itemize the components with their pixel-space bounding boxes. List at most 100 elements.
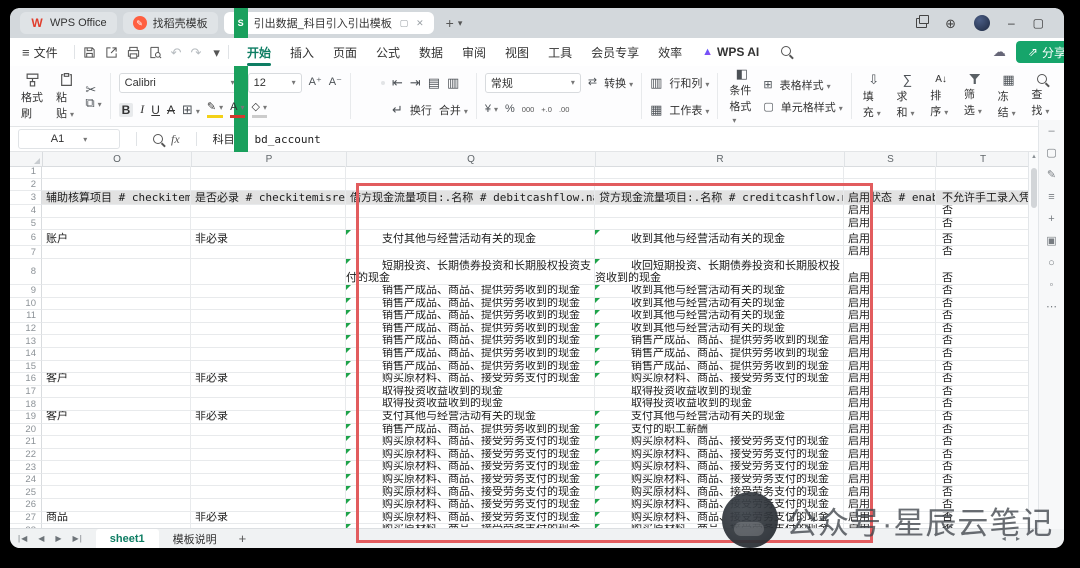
paste-button[interactable]: 粘贴▾: [53, 72, 79, 121]
cell-O13[interactable]: [42, 335, 191, 348]
menu-item-开始[interactable]: 开始: [247, 38, 271, 66]
strikethrough-button[interactable]: A: [167, 103, 175, 117]
cell-O10[interactable]: [42, 298, 191, 311]
cell-P3[interactable]: 是否必录 # checkitemisrequire: [191, 191, 346, 205]
row-number[interactable]: 23: [10, 461, 42, 474]
cell-T2[interactable]: [936, 179, 1029, 192]
cell-R25[interactable]: 购买原材料、商品、接受劳务支付的现金: [595, 486, 844, 499]
cell-Q20[interactable]: 销售产成品、商品、提供劳务收到的现金: [346, 424, 595, 437]
cell-T20[interactable]: 否: [936, 424, 1029, 437]
cell-Q1[interactable]: [346, 166, 595, 179]
cell-Q27[interactable]: 购买原材料、商品、接受劳务支付的现金: [346, 512, 595, 525]
cell-Q4[interactable]: [346, 205, 595, 218]
decrease-font-icon[interactable]: A⁻: [329, 77, 342, 88]
thousand-separator-icon[interactable]: 000: [522, 106, 535, 114]
cell-P2[interactable]: [191, 179, 346, 192]
align-left-icon[interactable]: [359, 108, 363, 112]
row-number[interactable]: 19: [10, 411, 42, 424]
cell-P19[interactable]: 非必录: [191, 411, 346, 424]
tab-list-caret[interactable]: ▾: [458, 18, 463, 29]
cell-P5[interactable]: [191, 218, 346, 231]
conditional-format-button[interactable]: ◧ 条件格式▾: [726, 67, 757, 126]
file-tab[interactable]: WWPS Office: [20, 12, 117, 34]
fill-button[interactable]: ⇩填充▾: [860, 73, 888, 120]
row-number[interactable]: 22: [10, 449, 42, 462]
currency-icon[interactable]: ¥▾: [485, 104, 498, 115]
cell-P6[interactable]: 非必录: [191, 230, 346, 246]
cell-T16[interactable]: 否: [936, 373, 1029, 386]
name-box[interactable]: A1▾: [18, 129, 120, 149]
row-number[interactable]: 10: [10, 298, 42, 311]
merge-button[interactable]: 合并▾: [439, 102, 468, 118]
cell-P26[interactable]: [191, 499, 346, 512]
wrap-icon[interactable]: ↵: [392, 103, 403, 116]
cell-S13[interactable]: 启用: [844, 335, 936, 348]
cell-O19[interactable]: 客户: [42, 411, 191, 424]
scrollbar-thumb[interactable]: [1031, 168, 1037, 208]
cell-R9[interactable]: 收到其他与经营活动有关的现金: [595, 285, 844, 298]
percent-icon[interactable]: %: [505, 104, 515, 115]
cell-T11[interactable]: 否: [936, 310, 1029, 323]
cell-T27[interactable]: 否: [936, 512, 1029, 525]
row-number[interactable]: 18: [10, 398, 42, 411]
cell-O15[interactable]: [42, 361, 191, 374]
fill-color-icon[interactable]: ◇▾: [252, 102, 267, 118]
cell-S7[interactable]: 启用: [844, 246, 936, 259]
cell-P15[interactable]: [191, 361, 346, 374]
menu-item-视图[interactable]: 视图: [505, 38, 529, 66]
cell-O21[interactable]: [42, 436, 191, 449]
search-icon[interactable]: [781, 45, 791, 59]
cell-Q7[interactable]: [346, 246, 595, 259]
cell-O14[interactable]: [42, 348, 191, 361]
row-number[interactable]: 8: [10, 259, 42, 285]
fx-icon[interactable]: fx: [171, 132, 180, 147]
cell-P12[interactable]: [191, 323, 346, 336]
row-number[interactable]: 16: [10, 373, 42, 386]
cell-P1[interactable]: [191, 166, 346, 179]
cell-P18[interactable]: [191, 398, 346, 411]
cell-S6[interactable]: 启用: [844, 230, 936, 246]
cell-Q24[interactable]: 购买原材料、商品、接受劳务支付的现金: [346, 474, 595, 487]
cell-S2[interactable]: [844, 179, 936, 192]
number-format-select[interactable]: 常规▾: [485, 73, 581, 93]
cell-O16[interactable]: 客户: [42, 373, 191, 386]
convert-button[interactable]: 转换▾: [604, 75, 633, 91]
increase-decimal-icon[interactable]: +.0: [541, 106, 552, 114]
column-header-S[interactable]: S: [845, 152, 937, 166]
align-bottom-icon[interactable]: [381, 81, 385, 85]
export-icon[interactable]: [105, 46, 118, 59]
cell-Q5[interactable]: [346, 218, 595, 231]
hscroll-arrows[interactable]: ◂ ▸: [1002, 534, 1024, 543]
row-number[interactable]: 27: [10, 512, 42, 525]
cell-R22[interactable]: 购买原材料、商品、接受劳务支付的现金: [595, 449, 844, 462]
row-number[interactable]: 13: [10, 335, 42, 348]
cell-S27[interactable]: 启用: [844, 512, 936, 525]
cell-P8[interactable]: [191, 259, 346, 285]
decrease-indent-icon[interactable]: ⇤: [392, 76, 403, 89]
cell-S4[interactable]: 启用: [844, 205, 936, 218]
cell-R21[interactable]: 购买原材料、商品、接受劳务支付的现金: [595, 436, 844, 449]
rail-icon-4[interactable]: ≡: [1048, 192, 1054, 203]
cell-P24[interactable]: [191, 474, 346, 487]
undo-icon[interactable]: ↶: [171, 46, 182, 59]
cell-T25[interactable]: 否: [936, 486, 1029, 499]
cell-R8[interactable]: 收回短期投资、长期债券投资和长期股权投资收到的现金: [595, 259, 844, 285]
cell-S11[interactable]: 启用: [844, 310, 936, 323]
cell-S9[interactable]: 启用: [844, 285, 936, 298]
cell-R11[interactable]: 收到其他与经营活动有关的现金: [595, 310, 844, 323]
cell-T7[interactable]: 否: [936, 246, 1029, 259]
print-icon[interactable]: [127, 46, 140, 59]
column-header-O[interactable]: O: [43, 152, 192, 166]
cell-R23[interactable]: 购买原材料、商品、接受劳务支付的现金: [595, 461, 844, 474]
sort-button[interactable]: A↓排序▾: [927, 74, 955, 119]
cell-P4[interactable]: [191, 205, 346, 218]
cell-R10[interactable]: 收到其他与经营活动有关的现金: [595, 298, 844, 311]
row-number[interactable]: 11: [10, 310, 42, 323]
rail-icon-9[interactable]: ⋯: [1046, 302, 1057, 313]
cell-T18[interactable]: 否: [936, 398, 1029, 411]
cell-Q22[interactable]: 购买原材料、商品、接受劳务支付的现金: [346, 449, 595, 462]
file-tab[interactable]: S引出数据_科目引入引出模板_1▢✕: [224, 12, 434, 34]
cell-P21[interactable]: [191, 436, 346, 449]
formula-content[interactable]: 科目 # bd_account: [213, 131, 321, 147]
qat-more-caret[interactable]: ▾: [213, 46, 220, 59]
